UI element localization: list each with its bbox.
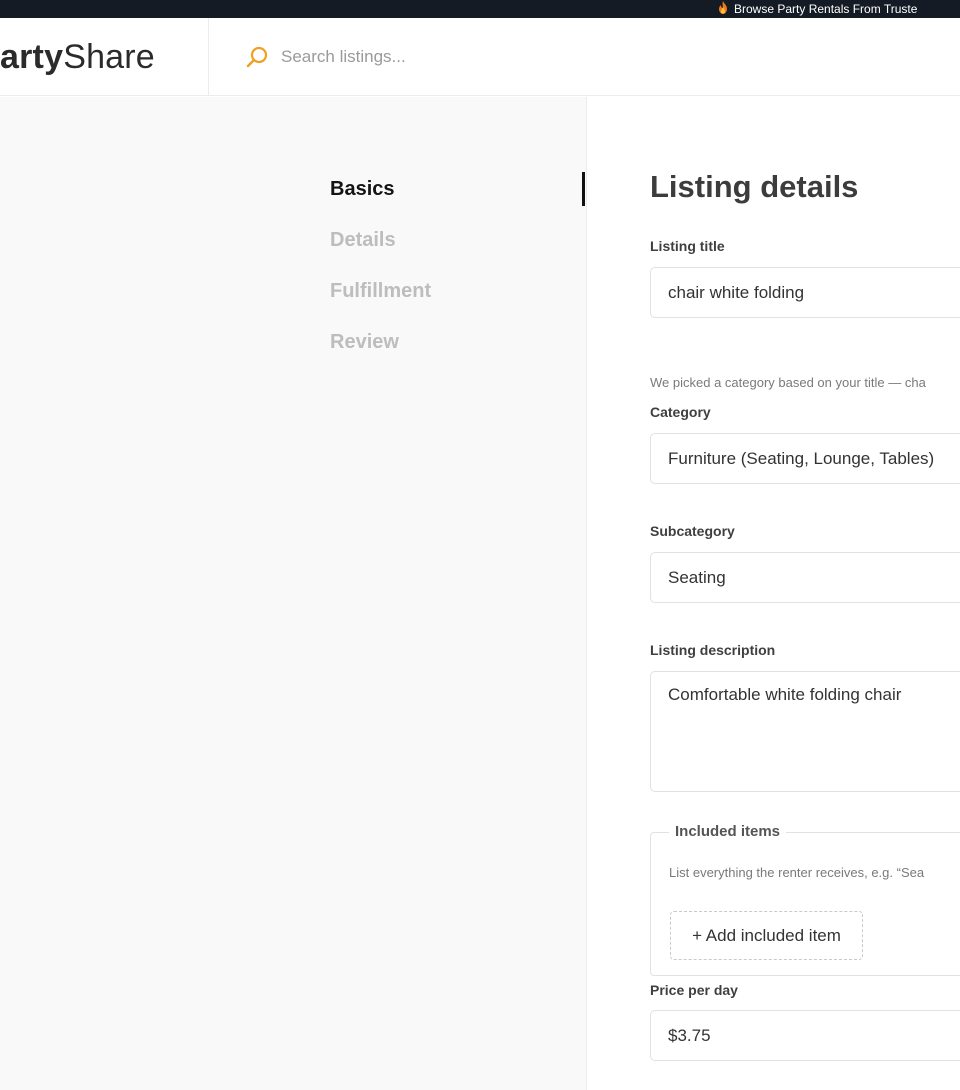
- logo-prefix: arty: [0, 38, 64, 76]
- included-items-fieldset: Included items List everything the rente…: [650, 823, 960, 976]
- included-items-hint: List everything the renter receives, e.g…: [669, 865, 925, 880]
- add-included-item-button[interactable]: + Add included item: [670, 911, 863, 960]
- announcement-text: Browse Party Rentals From Truste: [734, 2, 918, 16]
- header-divider: [208, 18, 209, 96]
- subcategory-label: Subcategory: [650, 523, 735, 539]
- logo[interactable]: artyShare: [0, 38, 155, 76]
- subcategory-select[interactable]: [650, 552, 960, 603]
- site-header: artyShare: [0, 18, 960, 96]
- active-step-indicator: [582, 172, 585, 206]
- category-label: Category: [650, 404, 711, 420]
- price-per-day-input[interactable]: [650, 1010, 960, 1061]
- page-title: Listing details: [650, 169, 859, 204]
- included-items-legend: Included items: [669, 823, 787, 840]
- listing-title-input[interactable]: [650, 267, 960, 318]
- search-input[interactable]: [281, 44, 681, 70]
- search-icon: [246, 46, 268, 68]
- category-hint: We picked a category based on your title…: [650, 375, 926, 390]
- step-review[interactable]: Review: [330, 331, 399, 354]
- logo-suffix: Share: [63, 38, 155, 76]
- description-textarea[interactable]: Comfortable white folding chair: [650, 671, 960, 792]
- step-fulfillment[interactable]: Fulfillment: [330, 280, 431, 303]
- fire-icon: [719, 1, 727, 14]
- price-per-day-label: Price per day: [650, 982, 738, 998]
- announcement-bar: Browse Party Rentals From Truste: [0, 0, 960, 18]
- announcement-text-wrap[interactable]: Browse Party Rentals From Truste: [718, 1, 917, 16]
- step-basics[interactable]: Basics: [330, 178, 395, 201]
- description-label: Listing description: [650, 642, 776, 658]
- step-details[interactable]: Details: [330, 229, 396, 252]
- listing-form: Listing details Listing title We picked …: [587, 97, 960, 1090]
- steps-sidebar: Basics Details Fulfillment Review: [0, 97, 587, 1090]
- listing-title-label: Listing title: [650, 238, 725, 254]
- category-select[interactable]: [650, 433, 960, 484]
